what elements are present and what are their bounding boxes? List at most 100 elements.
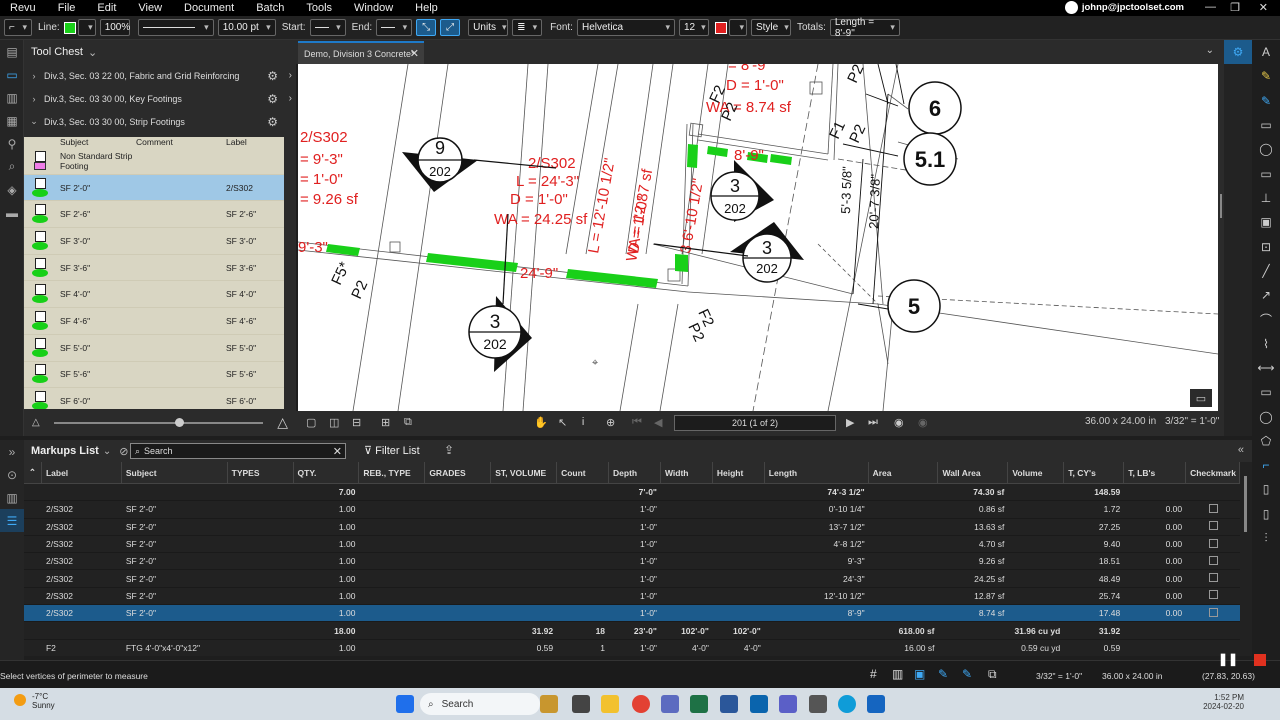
checkmark-cell[interactable] xyxy=(1186,607,1240,619)
chevron-down-icon[interactable]: ⌄ xyxy=(103,446,111,457)
column-header[interactable]: Depth xyxy=(609,462,661,484)
tool-item[interactable]: SF 3'-6" SF 3'-6" xyxy=(24,255,284,282)
checkmark-cell[interactable] xyxy=(1186,590,1240,601)
bookmarks-icon[interactable]: ▦ xyxy=(0,109,24,132)
column-header[interactable]: T, CY's xyxy=(1064,462,1125,484)
task-view-icon[interactable] xyxy=(572,695,590,713)
settings-gear-icon[interactable]: ⚙ xyxy=(1224,40,1252,64)
rectangle-icon[interactable]: ▭ xyxy=(1252,380,1280,404)
column-header[interactable]: Width xyxy=(661,462,713,484)
menu-view[interactable]: View xyxy=(127,2,173,14)
font-dropdown[interactable]: Helvetica xyxy=(576,19,675,36)
reuse-icon[interactable]: ✎ xyxy=(962,667,972,681)
document-icon[interactable]: ▥ xyxy=(0,486,24,509)
measure-icon[interactable]: ⊥ xyxy=(1252,186,1280,210)
markups-search-input[interactable]: ⌕ Search ✕ xyxy=(130,443,346,459)
text-align-dropdown[interactable]: ≣ xyxy=(512,19,543,36)
list-icon[interactable]: ☰ xyxy=(0,509,24,532)
column-header[interactable]: REB., TYPE xyxy=(359,462,426,484)
skype-icon[interactable] xyxy=(838,695,856,713)
minimize-icon[interactable]: — xyxy=(1205,1,1216,13)
tool-item[interactable]: SF 3'-0" SF 3'-0" xyxy=(24,228,284,255)
windows-start-icon[interactable] xyxy=(396,695,414,713)
line-width-dropdown[interactable]: 10.00 pt xyxy=(217,19,276,36)
bluebeam-icon[interactable] xyxy=(867,695,885,713)
polylength-icon[interactable]: ⌐ xyxy=(1252,453,1280,477)
briefcase-icon[interactable] xyxy=(540,695,558,713)
checkbox[interactable] xyxy=(1208,521,1218,531)
properties-icon[interactable]: ⚲ xyxy=(0,132,24,155)
menu-window[interactable]: Window xyxy=(343,2,404,14)
gear-icon[interactable]: ⚙ xyxy=(267,92,278,106)
stop-icon[interactable] xyxy=(1254,654,1266,666)
file-access-icon[interactable]: ▥ xyxy=(0,86,24,109)
sync-view-icon[interactable]: ⧉ xyxy=(988,667,997,682)
column-comment[interactable]: Comment xyxy=(136,137,226,148)
end-arrow-dropdown[interactable] xyxy=(376,19,413,36)
menu-batch[interactable]: Batch xyxy=(245,2,295,14)
checkbox[interactable] xyxy=(1208,503,1218,513)
ruler-icon[interactable]: ▭ xyxy=(1190,389,1212,407)
shapes-icon[interactable]: ◯ xyxy=(1252,137,1280,161)
tool-item[interactable]: SF 5'-0" SF 5'-0" xyxy=(24,335,284,362)
search-panel-icon[interactable]: ⌕ xyxy=(0,155,24,178)
excel-icon[interactable] xyxy=(690,695,708,713)
checkbox[interactable] xyxy=(1208,555,1218,565)
markup-row[interactable]: 2/S302 SF 2'-0" 1.00 1'-0" 8'-9" 8.74 sf 17.48… xyxy=(24,605,1240,623)
line-color-dropdown[interactable] xyxy=(77,19,96,36)
pan-hand-icon[interactable]: ✋ xyxy=(534,416,548,429)
pause-icon[interactable]: ❚❚ xyxy=(1218,652,1238,666)
clock-app-icon[interactable] xyxy=(809,695,827,713)
markup-row[interactable]: 2/S302 SF 2'-0" 1.00 1'-0" 13'-7 1/2" 13.63 s… xyxy=(24,519,1240,536)
polygon-icon[interactable]: ⬠ xyxy=(1252,429,1280,453)
column-header[interactable]: Wall Area xyxy=(938,462,1009,484)
column-header[interactable]: Length xyxy=(765,462,869,484)
checkbox[interactable] xyxy=(1208,590,1218,600)
tabs-menu-chevron-icon[interactable]: ⌄ xyxy=(1206,45,1214,56)
export-icon[interactable]: ⇪ xyxy=(444,443,454,457)
tool-chest-icon[interactable]: ▭ xyxy=(0,63,24,86)
line-color-swatch[interactable] xyxy=(63,21,76,34)
checkmark-cell[interactable] xyxy=(1186,503,1240,515)
tool-item[interactable]: SF 2'-6" SF 2'-6" xyxy=(24,201,284,229)
menu-help[interactable]: Help xyxy=(404,2,449,14)
app-icon[interactable] xyxy=(661,695,679,713)
markup-row[interactable]: F2 FTG 4'-0"x4'-0"x12" 1.00 0.59 1 1'-0" 4'-0"… xyxy=(24,640,1240,656)
column-header[interactable]: QTY. xyxy=(294,462,360,484)
chrome-icon[interactable] xyxy=(632,695,650,713)
tool-size-slider[interactable] xyxy=(53,417,264,427)
image-icon[interactable]: ▣ xyxy=(1252,210,1280,234)
sync-icon[interactable]: ⊞ xyxy=(381,416,390,429)
column-subject[interactable]: Subject xyxy=(56,137,136,148)
gear-icon[interactable]: ⚙ xyxy=(267,69,278,83)
polyline-icon[interactable]: ⌇ xyxy=(1252,332,1280,356)
markup-row[interactable]: 2/S302 SF 2'-0" 1.00 1'-0" 9'-3" 9.26 sf 18.51… xyxy=(24,553,1240,571)
select-text-icon[interactable]: Ꭵ xyxy=(582,416,584,429)
collapse-panel-icon[interactable]: « xyxy=(1238,444,1244,456)
grid-icon[interactable]: # xyxy=(870,667,877,681)
style-dropdown[interactable]: Style xyxy=(750,19,791,36)
close-window-icon[interactable]: ✕ xyxy=(1259,1,1268,14)
tool-section[interactable]: › Div.3, Sec. 03 30 00, Key Footings ⚙ › xyxy=(24,87,296,110)
snap-tool-button[interactable]: ⤢ xyxy=(440,19,461,36)
markup-row[interactable]: 2/S302 SF 2'-0" 1.00 1'-0" 12'-10 1/2" 12.87 … xyxy=(24,588,1240,606)
column-header[interactable]: T, LB's xyxy=(1124,462,1187,484)
last-page-icon[interactable]: ⏭ xyxy=(868,416,878,429)
tool-item[interactable]: SF 2'-0" 2/S302 xyxy=(24,174,284,202)
menu-file[interactable]: File xyxy=(47,2,87,14)
next-page-icon[interactable]: ▶ xyxy=(846,416,854,429)
word-icon[interactable] xyxy=(720,695,738,713)
markups-scrollbar[interactable] xyxy=(1240,462,1252,656)
measurements-icon[interactable]: ▬ xyxy=(0,201,24,224)
markup-row[interactable]: 2/S302 SF 2'-0" 1.00 1'-0" 4'-8 1/2" 4.70 sf 9… xyxy=(24,536,1240,554)
text-color-dropdown[interactable] xyxy=(728,19,747,36)
markups-title[interactable]: Markups List xyxy=(31,445,99,457)
tool-section[interactable]: ⌄ Div.3, Sec. 03 30 00, Strip Footings ⚙ xyxy=(24,110,296,133)
close-tab-icon[interactable]: ✕ xyxy=(410,47,419,60)
text-tool-icon[interactable]: A xyxy=(1252,40,1280,64)
weather-widget[interactable]: -7°C Sunny xyxy=(14,692,55,710)
page-number-field[interactable]: 201 (1 of 2) xyxy=(674,415,836,431)
measure-tool-button[interactable]: ⤡ xyxy=(416,19,437,36)
prev-page-icon[interactable]: ◀ xyxy=(654,416,662,429)
expand-panel-icon[interactable]: » xyxy=(0,440,24,463)
